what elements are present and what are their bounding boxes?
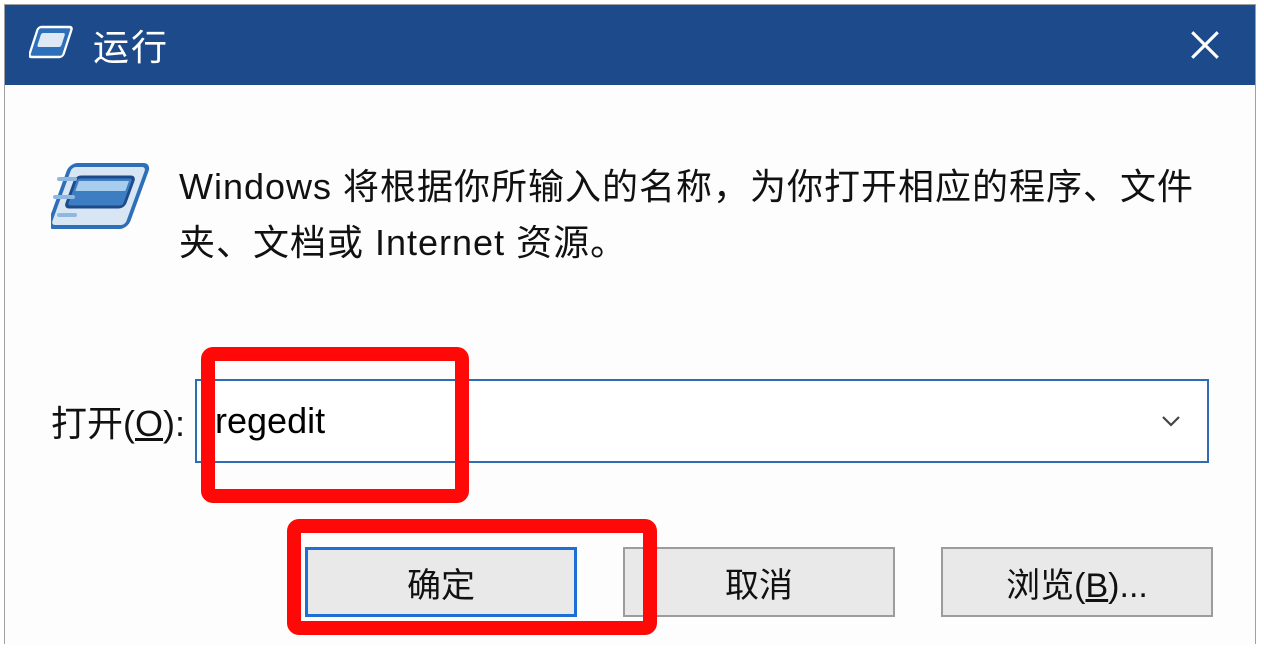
open-input[interactable] xyxy=(197,381,1135,461)
window-title: 运行 xyxy=(93,19,169,71)
button-row: 确定 取消 浏览(B)... xyxy=(5,547,1255,617)
browse-label: 浏览(B)... xyxy=(1006,558,1148,607)
open-combobox[interactable] xyxy=(195,379,1209,463)
cancel-button[interactable]: 取消 xyxy=(623,547,895,617)
close-icon xyxy=(1188,28,1222,62)
ok-button[interactable]: 确定 xyxy=(305,547,577,617)
cancel-label: 取消 xyxy=(725,558,793,607)
chevron-down-icon xyxy=(1159,409,1183,433)
dialog-body: Windows 将根据你所输入的名称，为你打开相应的程序、文件夹、文档或 Int… xyxy=(5,85,1255,645)
open-label-post: ): xyxy=(163,403,185,444)
run-dialog: 运行 Windows 将根据你所输入的名称，为你打开相应的程序、文件夹、文档或 … xyxy=(4,4,1256,644)
title-bar[interactable]: 运行 xyxy=(5,5,1255,85)
dropdown-button[interactable] xyxy=(1135,409,1207,433)
run-title-icon xyxy=(29,25,73,66)
browse-button[interactable]: 浏览(B)... xyxy=(941,547,1213,617)
open-label-key: O xyxy=(135,403,163,444)
close-button[interactable] xyxy=(1155,5,1255,85)
open-label: 打开(O): xyxy=(51,395,185,447)
open-label-pre: 打开( xyxy=(51,403,135,444)
description-text: Windows 将根据你所输入的名称，为你打开相应的程序、文件夹、文档或 Int… xyxy=(179,159,1195,271)
run-icon xyxy=(51,159,155,244)
ok-label: 确定 xyxy=(407,558,475,607)
